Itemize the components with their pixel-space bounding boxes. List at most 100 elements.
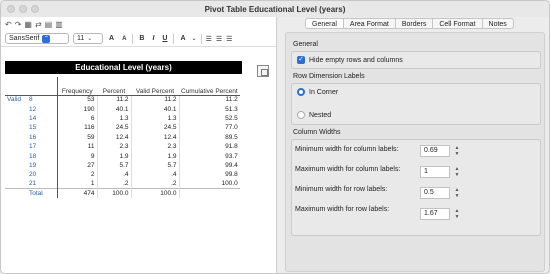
min-row-stepper[interactable]: 0.5 ▲ ▼ — [420, 187, 462, 199]
minimize-window-button[interactable] — [19, 5, 27, 13]
text-color-button[interactable]: A — [178, 35, 187, 42]
pivot-table-window: Pivot Table Educational Level (years) ↶ … — [0, 0, 550, 274]
tab-notes[interactable]: Notes — [482, 18, 514, 29]
table-cell: 59 — [56, 132, 97, 142]
tab-area-format[interactable]: Area Format — [343, 18, 396, 29]
row-group-label: Valid — [7, 96, 21, 104]
table-cell: 77.0 — [178, 123, 240, 133]
table-cell: .4 — [96, 170, 131, 180]
table-cell: 27 — [56, 160, 97, 171]
max-row-stepper[interactable]: 1.67 ▲ ▼ — [420, 208, 462, 220]
pivot-trays-icon[interactable]: ▦ — [24, 20, 32, 29]
row-label: 20 — [27, 170, 58, 180]
table-cell: .2 — [130, 179, 179, 189]
table-cell: 1.9 — [96, 151, 131, 161]
min-row-label: Minimum width for row labels: — [295, 186, 388, 193]
title-bar: Pivot Table Educational Level (years) — [1, 1, 549, 17]
table-row: 12 190 40.1 40.1 51.3 — [5, 104, 240, 114]
tab-general[interactable]: General — [305, 18, 344, 29]
in-corner-radio[interactable]: In Corner — [297, 88, 338, 96]
table-cell: 9 — [56, 151, 97, 161]
table-cell: 40.1 — [130, 104, 179, 114]
section-general-title: General — [293, 41, 318, 48]
table-cell: 1.9 — [130, 151, 179, 161]
table-cell: 99.4 — [178, 160, 240, 171]
table-cell: 99.8 — [178, 170, 240, 180]
checkmark-icon: ✓ — [297, 56, 305, 64]
transpose-icon[interactable]: ⇄ — [35, 20, 42, 29]
grow-font-button[interactable]: A — [107, 35, 116, 42]
min-row-input[interactable]: 0.5 — [420, 187, 450, 199]
align-center-icon[interactable]: ☰ — [216, 35, 222, 43]
nested-radio[interactable]: Nested — [297, 111, 331, 119]
max-col-label: Maximum width for column labels: — [295, 166, 401, 173]
table-cell: .4 — [130, 170, 179, 180]
radio-selected-icon — [297, 88, 305, 96]
stepper-arrows-icon[interactable]: ▲ ▼ — [453, 187, 461, 199]
font-name-select[interactable]: SansSerif ⌃ — [5, 33, 69, 44]
pivot-body: Valid 8 53 11.2 11.2 11.2 12 190 40.1 40.1 51.3 14 6… — [5, 95, 240, 199]
zoom-window-button[interactable] — [31, 5, 39, 13]
table-cell: 53 — [56, 95, 97, 105]
cell-properties-icon[interactable]: ▥ — [55, 20, 63, 29]
italic-button[interactable]: I — [150, 35, 156, 42]
table-cell: 91.8 — [178, 141, 240, 152]
toolbar-divider — [173, 33, 175, 44]
table-cell: 11.2 — [96, 95, 131, 105]
table-row: Total 474 100.0 100.0 — [5, 188, 240, 199]
table-cell: 116 — [56, 123, 97, 133]
chevron-down-icon: ⌄ — [87, 36, 93, 42]
max-row-input[interactable]: 1.67 — [420, 208, 450, 220]
format-toolbar: SansSerif ⌃ 11 ⌄ A A B I U A ⌄ ☰ ☰ ☰ — [1, 31, 276, 47]
table-properties-icon[interactable]: ▤ — [45, 20, 53, 29]
align-right-icon[interactable]: ☰ — [226, 35, 232, 43]
row-label: Total — [27, 188, 58, 199]
undo-icon[interactable]: ↶ — [5, 20, 12, 29]
row-label: 12 — [27, 104, 58, 114]
table-cell: 100.0 — [96, 188, 131, 199]
row-dimension-group: In Corner Nested — [291, 83, 541, 125]
min-col-stepper[interactable]: 0.69 ▲ ▼ — [420, 145, 462, 157]
max-col-input[interactable]: 1 — [420, 166, 450, 178]
table-properties-pane: General Area Format Borders Cell Format … — [285, 17, 549, 273]
table-cell: 1 — [56, 179, 97, 189]
tab-borders[interactable]: Borders — [395, 18, 434, 29]
chevron-down-icon[interactable]: ⌄ — [192, 35, 197, 42]
table-row: 15 116 24.5 24.5 77.0 — [5, 123, 240, 133]
max-row-label: Maximum width for row labels: — [295, 206, 390, 213]
stepper-arrows-icon[interactable]: ▲ ▼ — [453, 166, 461, 178]
row-label: 21 — [27, 179, 58, 189]
pivot-header-row: Frequency Percent Valid Percent Cumulati… — [5, 77, 240, 96]
stepper-arrows-icon[interactable]: ▲ ▼ — [453, 208, 461, 220]
window-controls — [7, 5, 39, 13]
pivot-layout-icon[interactable] — [257, 65, 269, 77]
table-cell — [178, 188, 240, 199]
table-row: 14 6 1.3 1.3 52.5 — [5, 113, 240, 124]
bold-button[interactable]: B — [137, 35, 146, 42]
min-col-input[interactable]: 0.69 — [420, 145, 450, 157]
hide-empty-checkbox[interactable]: ✓ Hide empty rows and columns — [297, 56, 403, 64]
table-cell: 89.5 — [178, 132, 240, 142]
close-window-button[interactable] — [7, 5, 15, 13]
row-label: 14 — [27, 113, 58, 124]
font-size-select[interactable]: 11 ⌄ — [73, 33, 103, 44]
stepper-arrows-icon[interactable]: ▲ ▼ — [453, 145, 461, 157]
general-group: ✓ Hide empty rows and columns — [291, 51, 541, 69]
redo-icon[interactable]: ↷ — [15, 20, 22, 29]
table-cell: 52.5 — [178, 113, 240, 124]
column-header: Frequency — [57, 77, 97, 96]
table-cell: 100.0 — [178, 179, 240, 189]
tab-cell-format[interactable]: Cell Format — [433, 18, 483, 29]
shrink-font-button[interactable]: A — [120, 36, 128, 42]
table-cell: 474 — [56, 188, 97, 199]
max-col-stepper[interactable]: 1 ▲ ▼ — [420, 166, 462, 178]
table-row: 16 59 12.4 12.4 89.5 — [5, 132, 240, 142]
table-cell: 12.4 — [130, 132, 179, 142]
column-header: Cumulative Percent — [179, 77, 240, 96]
row-label: 18 — [27, 151, 58, 161]
table-cell: 11 — [56, 141, 97, 152]
row-label: 17 — [27, 141, 58, 152]
align-left-icon[interactable]: ☰ — [206, 35, 212, 43]
table-cell: 190 — [56, 104, 97, 114]
underline-button[interactable]: U — [160, 35, 169, 42]
